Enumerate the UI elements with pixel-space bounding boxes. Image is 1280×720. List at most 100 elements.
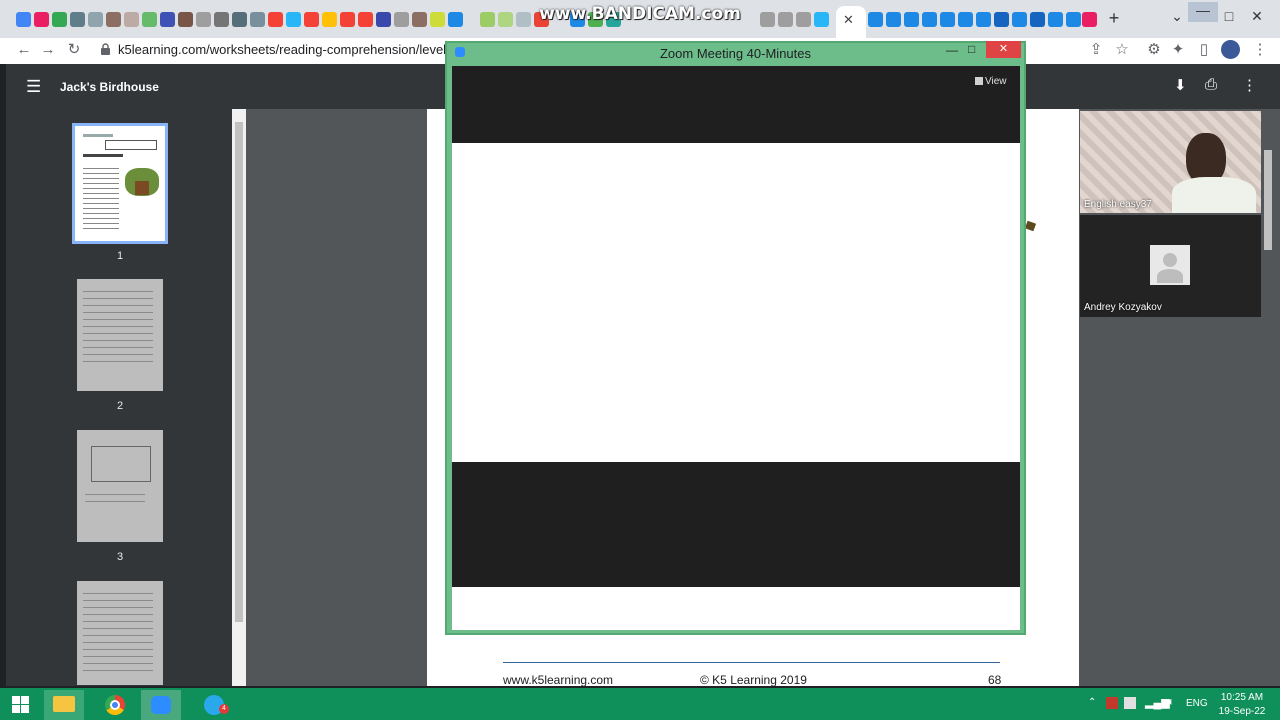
zoom-minimize-icon[interactable]: — bbox=[946, 43, 958, 57]
file-explorer-icon[interactable] bbox=[44, 690, 84, 720]
tab-favicon-icon[interactable] bbox=[268, 12, 283, 27]
participant-name-2: Andrey Kozyakov bbox=[1084, 302, 1162, 313]
page-scrollbar-thumb[interactable] bbox=[1264, 150, 1272, 250]
tab-favicon-icon[interactable] bbox=[480, 12, 495, 27]
profile-avatar[interactable] bbox=[1221, 40, 1240, 59]
tab-favicon-icon[interactable] bbox=[70, 12, 85, 27]
tab-favicon-icon[interactable] bbox=[376, 12, 391, 27]
print-icon[interactable]: ⎙ bbox=[1205, 76, 1217, 93]
maximize-window-icon[interactable]: □ bbox=[1214, 8, 1244, 24]
lock-icon bbox=[101, 43, 110, 55]
tab-favicon-icon[interactable] bbox=[34, 12, 49, 27]
pdf-more-icon[interactable]: ⋮ bbox=[1242, 76, 1257, 94]
tab-favicon-icon[interactable] bbox=[976, 12, 991, 27]
tab-favicon-icon[interactable] bbox=[340, 12, 355, 27]
thumbnail-page-3[interactable] bbox=[77, 430, 163, 542]
tab-favicon-icon[interactable] bbox=[250, 12, 265, 27]
close-tab-icon[interactable]: ✕ bbox=[843, 12, 854, 28]
clock-date[interactable]: 19-Sep-22 bbox=[1212, 706, 1272, 717]
tab-favicon-icon[interactable] bbox=[814, 12, 829, 27]
participant-tile-1[interactable]: English easy37 bbox=[1080, 111, 1261, 213]
windows-start-icon[interactable] bbox=[12, 696, 29, 713]
tab-favicon-icon[interactable] bbox=[322, 12, 337, 27]
tab-favicon-icon[interactable] bbox=[412, 12, 427, 27]
zoom-share-strip bbox=[452, 587, 1020, 630]
tab-favicon-icon[interactable] bbox=[232, 12, 247, 27]
tab-favicon-icon[interactable] bbox=[588, 12, 603, 27]
tab-favicon-icon[interactable] bbox=[142, 12, 157, 27]
thumbnail-label-2: 2 bbox=[116, 400, 124, 412]
tab-favicon-icon[interactable] bbox=[796, 12, 811, 27]
back-icon[interactable]: ← bbox=[14, 40, 34, 60]
tab-favicon-icon[interactable] bbox=[1066, 12, 1081, 27]
clock-time[interactable]: 10:25 AM bbox=[1212, 692, 1272, 703]
tab-favicon-icon[interactable] bbox=[922, 12, 937, 27]
tab-favicon-icon[interactable] bbox=[88, 12, 103, 27]
volume-icon[interactable]: 🔈︎ bbox=[1168, 696, 1175, 709]
tab-favicon-icon[interactable] bbox=[778, 12, 793, 27]
language-indicator[interactable]: ENG bbox=[1186, 698, 1208, 709]
thumbnail-page-1[interactable] bbox=[72, 123, 168, 244]
tab-favicon-icon[interactable] bbox=[178, 12, 193, 27]
view-button[interactable]: View bbox=[985, 76, 1007, 87]
tab-favicon-icon[interactable] bbox=[498, 12, 513, 27]
tray-app-icon[interactable] bbox=[1106, 697, 1118, 709]
zoom-close-icon[interactable]: ✕ bbox=[986, 41, 1021, 58]
active-tab[interactable]: ✕ bbox=[836, 6, 866, 38]
menu-icon[interactable]: ☰ bbox=[26, 77, 41, 97]
view-grid-icon[interactable] bbox=[975, 77, 983, 85]
sidebar-scrollbar-thumb[interactable] bbox=[235, 122, 243, 622]
download-icon[interactable]: ⬇ bbox=[1174, 76, 1187, 94]
tab-favicon-icon[interactable] bbox=[606, 12, 621, 27]
tab-favicon-icon[interactable] bbox=[124, 12, 139, 27]
tab-favicon-icon[interactable] bbox=[1012, 12, 1027, 27]
tab-favicon-icon[interactable] bbox=[1082, 12, 1097, 27]
extension-icon[interactable]: ⚙ bbox=[1144, 40, 1164, 60]
tab-favicon-icon[interactable] bbox=[304, 12, 319, 27]
tab-favicon-icon[interactable] bbox=[760, 12, 775, 27]
tab-favicon-icon[interactable] bbox=[214, 12, 229, 27]
tray-app-icon[interactable] bbox=[1124, 697, 1136, 709]
tab-favicon-icon[interactable] bbox=[448, 12, 463, 27]
browser-menu-icon[interactable]: ⋮ bbox=[1250, 40, 1270, 60]
puzzle-extensions-icon[interactable]: ✦ bbox=[1168, 40, 1188, 60]
telegram-icon[interactable]: 4 bbox=[194, 690, 234, 720]
tab-favicon-icon[interactable] bbox=[570, 12, 585, 27]
thumbnail-page-4[interactable] bbox=[77, 581, 163, 685]
tab-favicon-icon[interactable] bbox=[52, 12, 67, 27]
tab-favicon-icon[interactable] bbox=[1048, 12, 1063, 27]
tab-favicon-icon[interactable] bbox=[358, 12, 373, 27]
tab-favicon-icon[interactable] bbox=[1030, 12, 1045, 27]
tab-favicon-icon[interactable] bbox=[394, 12, 409, 27]
tab-favicon-icon[interactable] bbox=[904, 12, 919, 27]
tab-favicon-icon[interactable] bbox=[534, 12, 549, 27]
tab-favicon-icon[interactable] bbox=[286, 12, 301, 27]
new-tab-icon[interactable]: + bbox=[1099, 8, 1129, 29]
thumbnail-page-2[interactable] bbox=[77, 279, 163, 391]
tray-overflow-icon[interactable]: ⌃ bbox=[1088, 697, 1096, 708]
zoom-taskbar-icon[interactable] bbox=[141, 690, 181, 720]
reload-icon[interactable]: ↻ bbox=[64, 40, 84, 60]
tab-favicon-icon[interactable] bbox=[516, 12, 531, 27]
side-panel-icon[interactable]: ▯ bbox=[1194, 40, 1214, 60]
forward-icon[interactable]: → bbox=[38, 40, 58, 60]
tab-favicon-icon[interactable] bbox=[196, 12, 211, 27]
chrome-icon[interactable] bbox=[95, 690, 135, 720]
tab-favicon-icon[interactable] bbox=[430, 12, 445, 27]
zoom-window-title: Zoom Meeting 40-Minutes bbox=[659, 46, 811, 61]
tab-favicon-icon[interactable] bbox=[106, 12, 121, 27]
participant-tile-2[interactable]: Andrey Kozyakov bbox=[1080, 215, 1261, 317]
tab-favicon-icon[interactable] bbox=[868, 12, 883, 27]
tab-favicon-icon[interactable] bbox=[994, 12, 1009, 27]
tab-favicon-icon[interactable] bbox=[940, 12, 955, 27]
url-text[interactable]: k5learning.com/worksheets/reading-compre… bbox=[118, 42, 489, 57]
tab-favicon-icon[interactable] bbox=[886, 12, 901, 27]
zoom-maximize-icon[interactable]: □ bbox=[968, 42, 975, 56]
tab-favicon-icon[interactable] bbox=[16, 12, 31, 27]
tab-favicon-icon[interactable] bbox=[160, 12, 175, 27]
close-window-icon[interactable]: ✕ bbox=[1242, 8, 1272, 25]
bookmark-star-icon[interactable]: ☆ bbox=[1112, 40, 1132, 60]
tab-favicon-icon[interactable] bbox=[958, 12, 973, 27]
share-icon[interactable]: ⇪ bbox=[1086, 40, 1106, 60]
network-icon[interactable]: ▂▄▆ bbox=[1145, 696, 1170, 709]
